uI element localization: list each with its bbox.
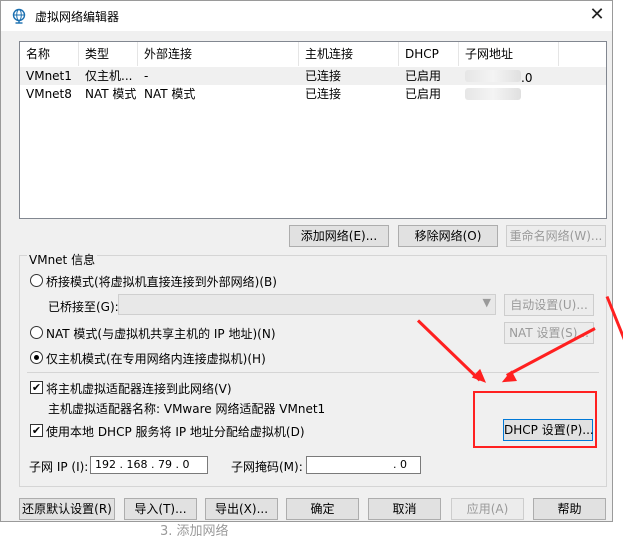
ok-button[interactable]: 确定 (286, 498, 359, 520)
row-subnet (459, 85, 559, 103)
row-subnet: .0 (459, 67, 559, 85)
import-button[interactable]: 导入(T)... (124, 498, 197, 520)
list-header: 名称 类型 外部连接 主机连接 DHCP 子网地址 (20, 42, 606, 66)
col-header-type[interactable]: 类型 (79, 42, 138, 66)
redacted-region (465, 70, 521, 82)
row-external: NAT 模式 (144, 87, 196, 101)
add-network-button[interactable]: 添加网络(E)... (289, 225, 389, 247)
col-header-subnet[interactable]: 子网地址 (459, 42, 559, 66)
bridged-to-select[interactable]: ▼ (118, 294, 496, 315)
table-row[interactable]: VMnet1 仅主机... - 已连接 已启用 .0 (20, 67, 606, 85)
network-list[interactable]: 名称 类型 外部连接 主机连接 DHCP 子网地址 VMnet1 仅主机... … (19, 41, 607, 219)
bridged-to-label: 已桥接至(G): (48, 300, 119, 314)
title-bar: 虚拟网络编辑器 ✕ (1, 1, 612, 31)
export-button[interactable]: 导出(X)... (205, 498, 278, 520)
host-only-radio[interactable] (30, 351, 43, 364)
col-header-dhcp[interactable]: DHCP (399, 42, 459, 66)
redacted-region (465, 88, 521, 100)
cancel-button[interactable]: 取消 (368, 498, 441, 520)
connect-adapter-label[interactable]: 将主机虚拟适配器连接到此网络(V) (46, 380, 232, 397)
rename-network-button[interactable]: 重命名网络(W)... (506, 225, 606, 247)
use-dhcp-label[interactable]: 使用本地 DHCP 服务将 IP 地址分配给虚拟机(D) (46, 423, 305, 440)
row-name: VMnet1 (26, 69, 72, 83)
host-only-label[interactable]: 仅主机模式(在专用网络内连接虚拟机)(H) (46, 350, 266, 367)
row-dhcp: 已启用 (405, 69, 442, 83)
row-dhcp: 已启用 (405, 87, 442, 101)
restore-defaults-button[interactable]: 还原默认设置(R) (19, 498, 115, 520)
window-title: 虚拟网络编辑器 (35, 10, 120, 24)
row-external: - (144, 69, 149, 83)
table-row[interactable]: VMnet8 NAT 模式 NAT 模式 已连接 已启用 (20, 85, 606, 103)
annotation-highlight-box (473, 391, 597, 448)
row-host: 已连接 (305, 87, 342, 101)
col-header-name[interactable]: 名称 (20, 42, 79, 66)
connect-adapter-checkbox[interactable]: ✔ (30, 381, 43, 394)
row-type: NAT 模式 (85, 87, 137, 101)
row-host: 已连接 (305, 69, 342, 83)
row-type: 仅主机... (85, 69, 133, 83)
network-globe-icon (12, 8, 26, 24)
col-header-external[interactable]: 外部连接 (138, 42, 299, 66)
nat-label[interactable]: NAT 模式(与虚拟机共享主机的 IP 地址)(N) (46, 325, 276, 342)
subnet-mask-input[interactable]: . 0 (306, 456, 421, 474)
col-header-host[interactable]: 主机连接 (299, 42, 399, 66)
vmnet-info-label: VMnet 信息 (27, 251, 98, 268)
subnet-mask-label: 子网掩码(M): (231, 460, 303, 474)
background-step-text: 3. 添加网络 (160, 524, 229, 536)
subnet-ip-input[interactable]: 192 . 168 . 79 . 0 (90, 456, 208, 474)
bridged-radio[interactable] (30, 274, 43, 287)
remove-network-button[interactable]: 移除网络(O) (398, 225, 498, 247)
help-button[interactable]: 帮助 (533, 498, 606, 520)
row-subnet-text: .0 (521, 71, 533, 85)
row-name: VMnet8 (26, 87, 72, 101)
auto-settings-button[interactable]: 自动设置(U)... (504, 294, 594, 316)
apply-button[interactable]: 应用(A) (451, 498, 524, 520)
bridged-label[interactable]: 桥接模式(将虚拟机直接连接到外部网络)(B) (46, 273, 277, 290)
close-icon[interactable]: ✕ (584, 4, 610, 28)
use-dhcp-checkbox[interactable]: ✔ (30, 424, 43, 437)
subnet-ip-label: 子网 IP (I): (29, 460, 89, 474)
adapter-name-text: 主机虚拟适配器名称: VMware 网络适配器 VMnet1 (48, 402, 326, 416)
chevron-down-icon: ▼ (482, 296, 491, 309)
nat-radio[interactable] (30, 326, 43, 339)
